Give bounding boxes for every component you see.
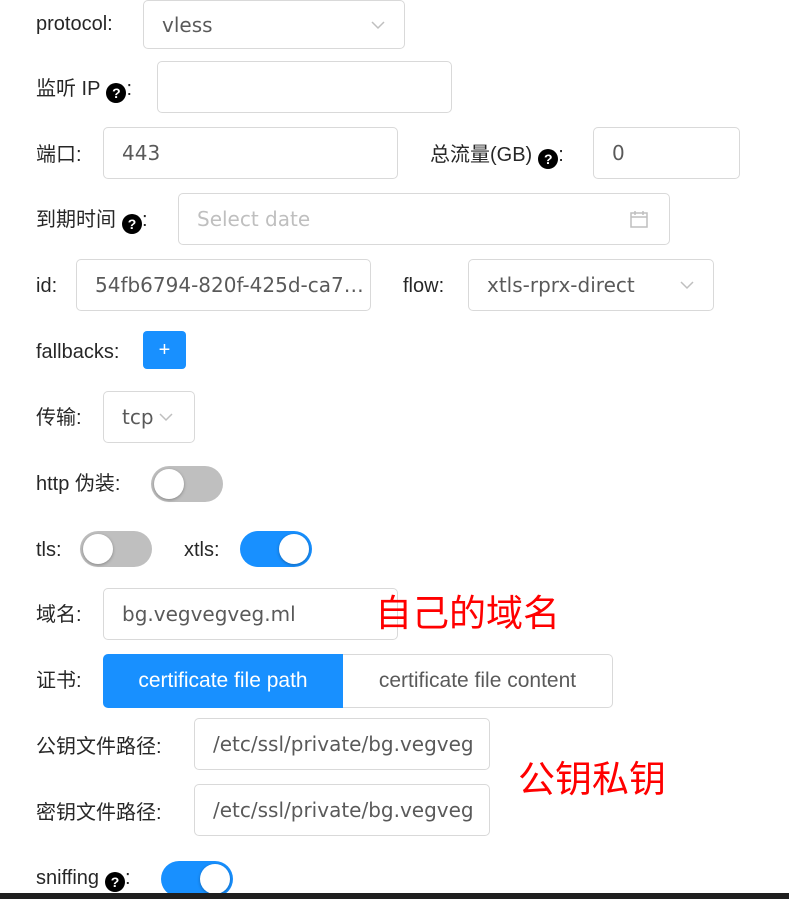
keys-annotation: 公钥私钥 <box>518 759 666 800</box>
switch-knob <box>279 534 309 564</box>
public-key-path-input[interactable]: /etc/ssl/private/bg.vegveg <box>194 718 490 770</box>
switch-knob <box>200 864 230 894</box>
expiry-date-picker[interactable]: Select date <box>178 193 670 245</box>
help-icon[interactable]: ? <box>122 214 142 234</box>
domain-label: 域名: <box>36 604 82 626</box>
chevron-down-icon <box>159 413 173 422</box>
transport-value: tcp <box>122 405 154 429</box>
tls-switch[interactable] <box>80 531 152 567</box>
listen-ip-label: 监听 IP?: <box>36 78 133 103</box>
http-disguise-switch[interactable] <box>151 466 223 502</box>
xtls-switch[interactable] <box>240 531 312 567</box>
expiry-label: 到期时间?: <box>36 209 148 234</box>
total-traffic-label: 总流量(GB)?: <box>430 144 564 169</box>
add-fallback-button[interactable]: + <box>143 331 186 369</box>
tls-label: tls: <box>36 539 62 561</box>
help-icon[interactable]: ? <box>106 83 127 103</box>
port-label: 端口: <box>36 144 82 166</box>
total-traffic-value: 0 <box>612 141 625 165</box>
flow-value: xtls-rprx-direct <box>487 273 635 297</box>
id-label: id: <box>36 275 58 297</box>
transport-select[interactable]: tcp <box>103 391 195 443</box>
id-value: 54fb6794-820f-425d-ca7… <box>95 273 364 297</box>
private-key-path-input[interactable]: /etc/ssl/private/bg.vegveg <box>194 784 490 836</box>
expiry-placeholder: Select date <box>197 207 311 231</box>
total-traffic-input[interactable]: 0 <box>593 127 740 179</box>
public-key-path-label: 公钥文件路径: <box>36 736 162 758</box>
certificate-label: 证书: <box>36 670 82 692</box>
transport-label: 传输: <box>36 407 82 429</box>
listen-ip-input[interactable] <box>157 61 452 113</box>
fallbacks-label: fallbacks: <box>36 341 120 363</box>
switch-knob <box>83 534 113 564</box>
protocol-select[interactable]: vless <box>143 0 405 49</box>
switch-knob <box>154 469 184 499</box>
domain-annotation: 自己的域名 <box>375 593 560 634</box>
port-value: 443 <box>122 141 161 165</box>
xtls-label: xtls: <box>184 539 220 561</box>
domain-input[interactable]: bg.vegvegveg.ml <box>103 588 398 640</box>
chevron-down-icon <box>680 281 694 290</box>
help-icon[interactable]: ? <box>538 149 559 169</box>
sniffing-label: sniffing?: <box>36 867 131 892</box>
port-input[interactable]: 443 <box>103 127 398 179</box>
cert-file-content-tab[interactable]: certificate file content <box>343 654 613 708</box>
help-icon[interactable]: ? <box>105 872 126 892</box>
calendar-icon <box>630 211 648 228</box>
protocol-label: protocol: <box>36 13 113 35</box>
private-key-path-value: /etc/ssl/private/bg.vegveg <box>213 798 474 822</box>
flow-select[interactable]: xtls-rprx-direct <box>468 259 714 311</box>
window-bottom-edge <box>0 893 789 899</box>
domain-value: bg.vegvegveg.ml <box>122 602 296 626</box>
sniffing-switch[interactable] <box>161 861 233 897</box>
flow-label: flow: <box>403 275 445 297</box>
protocol-value: vless <box>162 12 213 37</box>
public-key-path-value: /etc/ssl/private/bg.vegveg <box>213 732 474 756</box>
private-key-path-label: 密钥文件路径: <box>36 802 162 824</box>
chevron-down-icon <box>371 20 385 29</box>
id-input[interactable]: 54fb6794-820f-425d-ca7… <box>76 259 371 311</box>
cert-file-path-tab[interactable]: certificate file path <box>103 654 343 708</box>
http-disguise-label: http 伪装: <box>36 473 121 495</box>
